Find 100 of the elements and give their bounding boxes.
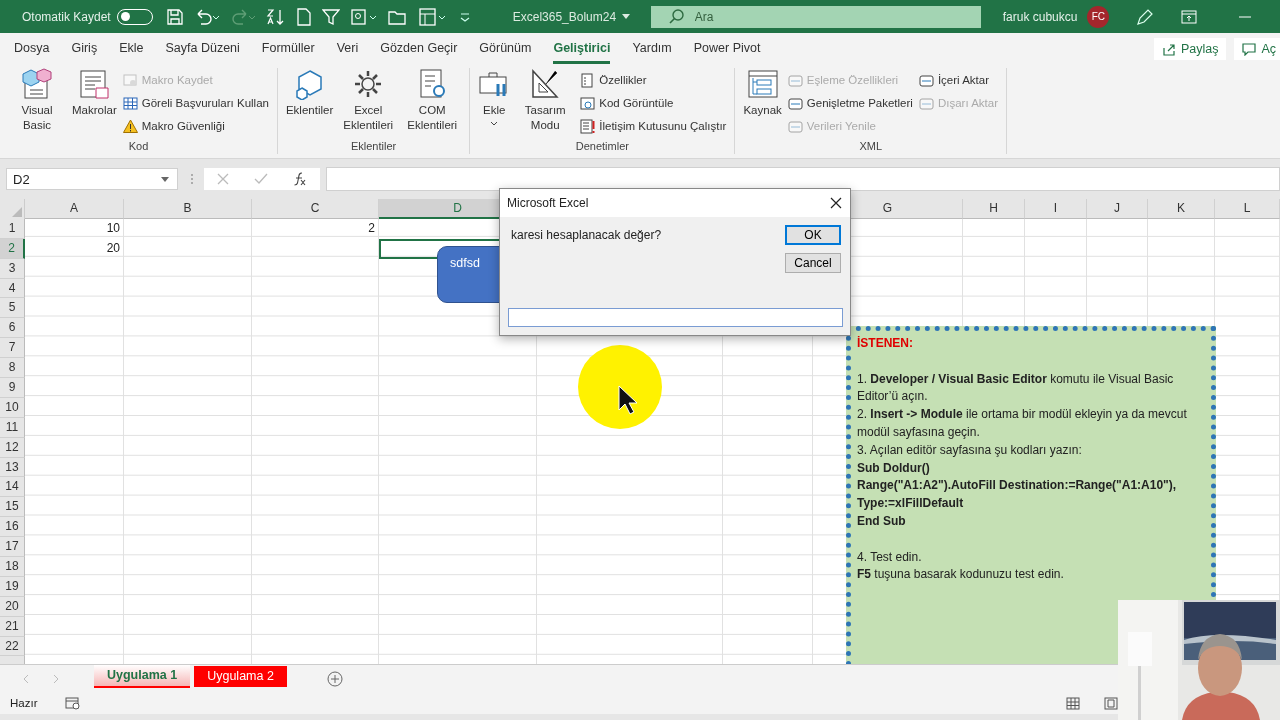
ribbon-display-icon[interactable] <box>1181 9 1198 24</box>
layout-icon[interactable] <box>417 7 448 26</box>
ribbon-tab[interactable]: Gözden Geçir <box>380 33 458 64</box>
row-header[interactable]: 13 <box>0 457 25 478</box>
sheet-tab[interactable]: Uygulama 1 <box>94 665 191 688</box>
row-header[interactable]: 10 <box>0 397 25 418</box>
share-button[interactable]: Paylaş <box>1153 37 1227 60</box>
minimize-icon[interactable] <box>1239 14 1252 19</box>
input-field[interactable] <box>508 308 843 327</box>
column-header[interactable]: K <box>1148 199 1215 219</box>
row-header[interactable]: 19 <box>0 576 25 597</box>
check-icon[interactable] <box>254 173 268 185</box>
normal-view-icon[interactable] <box>1066 696 1080 710</box>
macro-recording-icon[interactable] <box>65 696 82 710</box>
ribbon-tab[interactable]: Görünüm <box>479 33 532 64</box>
row-header[interactable]: 6 <box>0 318 25 339</box>
row-header[interactable]: 16 <box>0 517 25 538</box>
document-title[interactable]: Excel365_Bolum24 <box>512 9 617 24</box>
row-header[interactable]: 8 <box>0 358 25 378</box>
ribbon-icon <box>580 72 596 88</box>
column-header[interactable]: C <box>252 199 379 219</box>
row-header[interactable]: 5 <box>0 298 25 319</box>
function-icon[interactable] <box>293 172 308 186</box>
name-box[interactable]: D2 <box>6 168 178 190</box>
row-header[interactable]: 2 <box>0 238 25 259</box>
ribbon-icon <box>122 95 138 111</box>
column-header[interactable]: I <box>1025 199 1087 219</box>
save-icon[interactable] <box>165 7 184 26</box>
ribbon-icon <box>580 118 596 134</box>
search-field[interactable]: Ara <box>650 5 981 28</box>
ribbon-tab[interactable]: Sayfa Düzeni <box>165 33 240 64</box>
ribbon-button[interactable]: Excel Eklentileri <box>337 68 400 140</box>
ok-button[interactable]: OK <box>785 225 841 245</box>
ribbon-button[interactable]: Makro Güvenliği <box>120 116 271 136</box>
cancel-button[interactable]: Cancel <box>785 253 841 273</box>
user-avatar[interactable]: FC <box>1087 5 1110 28</box>
ribbon-tab[interactable]: Veri <box>336 33 359 64</box>
row-header[interactable]: 12 <box>0 437 25 458</box>
column-header[interactable]: H <box>963 199 1025 219</box>
ribbon-icon <box>918 95 934 111</box>
row-header[interactable]: 4 <box>0 278 25 299</box>
row-header[interactable]: 18 <box>0 557 25 577</box>
filter-icon[interactable] <box>321 7 340 26</box>
group-label: Eklentiler <box>350 140 397 154</box>
ribbon-tab[interactable]: Ekle <box>119 33 144 64</box>
row-header[interactable]: 14 <box>0 477 25 498</box>
status-text: Hazır <box>10 697 38 709</box>
user-name: faruk cubukcu <box>1002 9 1078 24</box>
ribbon-button[interactable]: Göreli Başvuruları Kullan <box>120 93 271 113</box>
row-header[interactable]: 9 <box>0 378 25 398</box>
ribbon-tab[interactable]: Dosya <box>14 33 50 64</box>
ribbon-button[interactable]: Kaynak <box>741 68 784 140</box>
ribbon-button[interactable]: COM Eklentileri <box>401 68 464 140</box>
ribbon-button[interactable]: Özellikler <box>578 70 729 90</box>
ribbon-icon <box>787 72 803 88</box>
row-header[interactable]: 17 <box>0 537 25 558</box>
add-sheet-icon[interactable] <box>326 670 343 687</box>
page-layout-icon[interactable] <box>1104 696 1118 710</box>
ribbon-tab[interactable]: Yardım <box>632 33 672 64</box>
row-header[interactable]: 15 <box>0 497 25 518</box>
code-line: Sub Doldur() <box>857 459 931 477</box>
ribbon-tab[interactable]: Power Pivot <box>693 33 761 64</box>
ribbon-icon <box>580 95 596 111</box>
cell-value: 20 <box>106 240 120 255</box>
new-document-icon[interactable] <box>295 7 312 26</box>
ribbon-button[interactable]: Visual Basic <box>6 68 68 140</box>
ribbon-button[interactable]: İletişim Kutusunu Çalıştır <box>578 116 729 136</box>
column-header[interactable]: A <box>25 199 124 219</box>
row-header[interactable]: 3 <box>0 258 25 279</box>
instruction-text: 2. Insert -> Module ile ortama bir modül ekleyin ya da mevcut modül sayfasına geçin. <box>857 406 1188 441</box>
ribbon-button[interactable]: Tasarım Modu <box>514 68 577 140</box>
ribbon-button[interactable]: Kod Görüntüle <box>578 93 729 113</box>
search-icon <box>668 8 685 25</box>
ribbon-tab[interactable]: Formüller <box>261 33 315 64</box>
ribbon-button[interactable]: Genişletme Paketleri <box>785 93 915 113</box>
caret-icon[interactable] <box>622 14 631 19</box>
row-header[interactable]: 22 <box>0 636 25 657</box>
formula-field[interactable] <box>326 167 1280 191</box>
sort-icon[interactable] <box>265 7 286 26</box>
ribbon-button[interactable]: Ekle <box>476 68 513 140</box>
dropdown-icon <box>161 176 169 182</box>
ribbon-icon <box>122 118 138 134</box>
comment-icon <box>1242 41 1257 56</box>
row-header[interactable]: 1 <box>0 218 25 239</box>
column-header[interactable]: B <box>124 199 252 219</box>
ribbon-tab[interactable]: Giriş <box>71 33 98 64</box>
comments-button[interactable]: Aç <box>1234 37 1280 60</box>
ribbon-icon <box>122 72 138 88</box>
ribbon-button[interactable]: Makrolar <box>70 68 119 140</box>
ribbon-button[interactable]: İçeri Aktar <box>916 70 1000 90</box>
row-header[interactable]: 11 <box>0 417 25 438</box>
close-icon[interactable] <box>830 197 842 209</box>
column-header[interactable]: L <box>1215 199 1280 219</box>
row-header[interactable]: 7 <box>0 338 25 359</box>
row-header[interactable]: 20 <box>0 596 25 617</box>
sheet-tab[interactable]: Uygulama 2 <box>194 666 287 687</box>
column-header[interactable]: J <box>1087 199 1148 219</box>
form-icon[interactable] <box>349 7 378 26</box>
ribbon-button[interactable]: Eklentiler <box>283 68 336 140</box>
row-header[interactable]: 21 <box>0 616 25 637</box>
